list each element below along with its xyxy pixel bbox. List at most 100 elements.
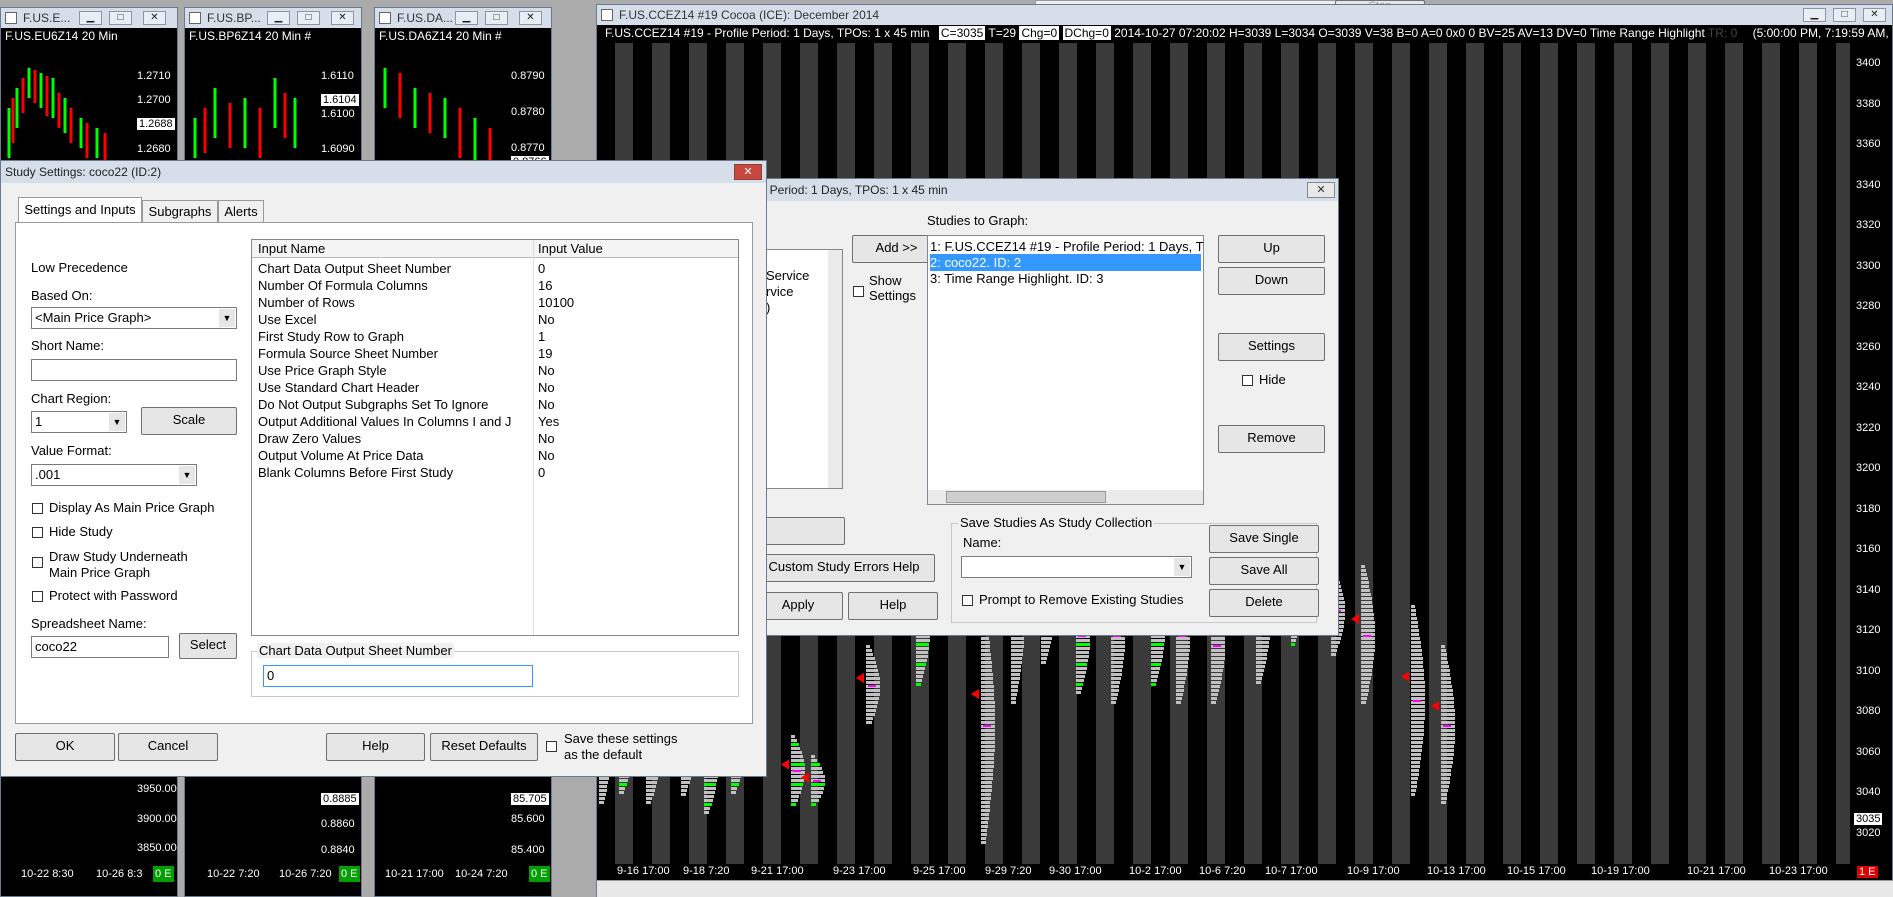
input-value-cell[interactable]: 0 <box>538 464 545 481</box>
help-button[interactable]: Help <box>326 733 425 761</box>
chevron-down-icon[interactable]: ▼ <box>219 309 235 327</box>
scale-button[interactable]: Scale <box>141 407 237 435</box>
input-value-cell[interactable]: No <box>538 362 555 379</box>
spreadsheet-name-input[interactable]: coco22 <box>31 636 169 658</box>
close-icon[interactable]: ✕ <box>331 11 354 25</box>
input-value-cell[interactable]: No <box>538 396 555 413</box>
save-all-button[interactable]: Save All <box>1209 557 1319 585</box>
input-row[interactable]: Output Volume At Price Data No <box>252 447 738 464</box>
tab-alerts[interactable]: Alerts <box>218 200 264 223</box>
close-icon[interactable]: ✕ <box>1307 182 1335 198</box>
tab-settings-and-inputs[interactable]: Settings and Inputs <box>18 197 142 223</box>
input-row[interactable]: Draw Zero Values No <box>252 430 738 447</box>
close-icon[interactable]: ✕ <box>1863 8 1886 22</box>
protect-password-checkbox[interactable] <box>32 591 43 602</box>
input-row[interactable]: Blank Columns Before First Study 0 <box>252 464 738 481</box>
collection-name-select[interactable]: ▼ <box>961 556 1192 578</box>
minimize-icon[interactable]: ▁ <box>1803 8 1826 22</box>
chart-region-label: Chart Region: <box>31 391 112 406</box>
reset-defaults-button[interactable]: Reset Defaults <box>430 733 538 761</box>
chart-studies-dialog[interactable]: le Period: 1 Days, TPOs: 1 x 45 min ✕ Se… <box>752 178 1339 636</box>
input-value-editor[interactable]: 0 <box>263 665 533 687</box>
chevron-down-icon[interactable]: ▼ <box>109 413 125 431</box>
settings-button[interactable]: Settings <box>1218 333 1325 361</box>
select-button[interactable]: Select <box>179 633 237 659</box>
input-row[interactable]: Chart Data Output Sheet Number 0 <box>252 260 738 277</box>
input-value-cell[interactable]: 19 <box>538 345 552 362</box>
input-row[interactable]: Number of Rows 10100 <box>252 294 738 311</box>
minimize-icon[interactable]: ▁ <box>79 11 102 25</box>
ok-button[interactable]: OK <box>15 733 115 761</box>
input-value-cell[interactable]: No <box>538 430 555 447</box>
save-single-button[interactable]: Save Single <box>1209 525 1319 553</box>
help-button[interactable]: Help <box>848 592 938 620</box>
input-row[interactable]: First Study Row to Graph 1 <box>252 328 738 345</box>
draw-underneath-checkbox[interactable] <box>32 557 43 568</box>
inputs-grid[interactable]: Input Name Input Value Chart Data Output… <box>251 239 739 636</box>
chevron-down-icon[interactable]: ▼ <box>1174 558 1190 576</box>
based-on-select[interactable]: <Main Price Graph> ▼ <box>31 307 237 329</box>
vertical-scrollbar[interactable] <box>828 250 842 488</box>
input-value-cell[interactable]: 10100 <box>538 294 574 311</box>
mini-chart-titlebar[interactable]: F.US.E... ▁ □ ✕ <box>1 8 177 28</box>
input-row[interactable]: Number Of Formula Columns 16 <box>252 277 738 294</box>
close-icon[interactable]: ✕ <box>519 11 542 25</box>
close-icon[interactable]: ✕ <box>734 164 762 180</box>
down-button[interactable]: Down <box>1218 267 1325 295</box>
horizontal-scrollbar[interactable] <box>928 490 1203 504</box>
maximize-icon[interactable]: □ <box>485 11 508 25</box>
dialog-titlebar[interactable]: le Period: 1 Days, TPOs: 1 x 45 min ✕ <box>753 179 1338 201</box>
studies-to-graph-list[interactable]: 1: F.US.CCEZ14 #19 - Profile Period: 1 D… <box>927 235 1204 505</box>
minimize-icon[interactable]: ▁ <box>267 11 290 25</box>
input-value-cell[interactable]: No <box>538 379 555 396</box>
input-value-cell[interactable]: No <box>538 311 555 328</box>
delete-button[interactable]: Delete <box>1209 589 1319 617</box>
input-value-cell[interactable]: No <box>538 447 555 464</box>
chart-region-select[interactable]: 1 ▼ <box>31 411 127 433</box>
maximize-icon[interactable]: □ <box>109 11 132 25</box>
input-row[interactable]: Use Price Graph Style No <box>252 362 738 379</box>
tpo-block <box>981 729 995 732</box>
maximize-icon[interactable]: □ <box>1833 8 1856 22</box>
input-value-cell[interactable]: 16 <box>538 277 552 294</box>
input-row[interactable]: Use Excel No <box>252 311 738 328</box>
short-name-input[interactable] <box>31 359 237 381</box>
up-button[interactable]: Up <box>1218 235 1325 263</box>
study-item[interactable]: 3: Time Range Highlight. ID: 3 <box>930 270 1201 287</box>
maximize-icon[interactable]: □ <box>297 11 320 25</box>
input-value-cell[interactable]: 1 <box>538 328 545 345</box>
input-row[interactable]: Formula Source Sheet Number 19 <box>252 345 738 362</box>
input-row[interactable]: Use Standard Chart Header No <box>252 379 738 396</box>
input-name-header[interactable]: Input Name <box>258 241 325 256</box>
tab-subgraphs[interactable]: Subgraphs <box>142 200 218 223</box>
show-settings-checkbox[interactable] <box>853 286 864 297</box>
main-chart-titlebar[interactable]: F.US.CCEZ14 #19 Cocoa (ICE): December 20… <box>597 5 1892 25</box>
hide-checkbox[interactable] <box>1242 375 1253 386</box>
hide-study-checkbox[interactable] <box>32 527 43 538</box>
value-format-select[interactable]: .001 ▼ <box>31 464 197 486</box>
input-value-header[interactable]: Input Value <box>538 241 603 256</box>
dialog-titlebar[interactable]: Study Settings: coco22 (ID:2) ✕ <box>1 161 766 183</box>
study-item-selected[interactable]: 2: coco22. ID: 2 <box>930 254 1201 271</box>
save-default-checkbox[interactable] <box>546 741 557 752</box>
mini-chart-titlebar[interactable]: F.US.DA... ▁ □ ✕ <box>375 8 551 28</box>
chevron-down-icon[interactable]: ▼ <box>179 466 195 484</box>
input-row[interactable]: Do Not Output Subgraphs Set To Ignore No <box>252 396 738 413</box>
study-settings-dialog[interactable]: Study Settings: coco22 (ID:2) ✕ Settings… <box>0 160 767 777</box>
close-icon[interactable]: ✕ <box>143 11 166 25</box>
input-value-cell[interactable]: 0 <box>538 260 545 277</box>
mini-chart-titlebar[interactable]: F.US.BP... ▁ □ ✕ <box>185 8 361 28</box>
scroll-thumb[interactable] <box>946 491 1106 503</box>
prompt-remove-checkbox[interactable] <box>962 595 973 606</box>
available-study-item[interactable]: Service <box>766 268 809 283</box>
available-study-item[interactable]: rvice <box>766 284 793 299</box>
cancel-button[interactable]: Cancel <box>118 733 218 761</box>
display-as-main-checkbox[interactable] <box>32 503 43 514</box>
custom-study-errors-help-button[interactable]: Custom Study Errors Help <box>753 554 935 582</box>
remove-button[interactable]: Remove <box>1218 425 1325 453</box>
study-item[interactable]: 1: F.US.CCEZ14 #19 - Profile Period: 1 D… <box>930 238 1204 255</box>
input-row[interactable]: Output Additional Values In Columns I an… <box>252 413 738 430</box>
input-value-cell[interactable]: Yes <box>538 413 559 430</box>
horizontal-scrollbar[interactable] <box>597 880 1893 897</box>
minimize-icon[interactable]: ▁ <box>455 11 478 25</box>
